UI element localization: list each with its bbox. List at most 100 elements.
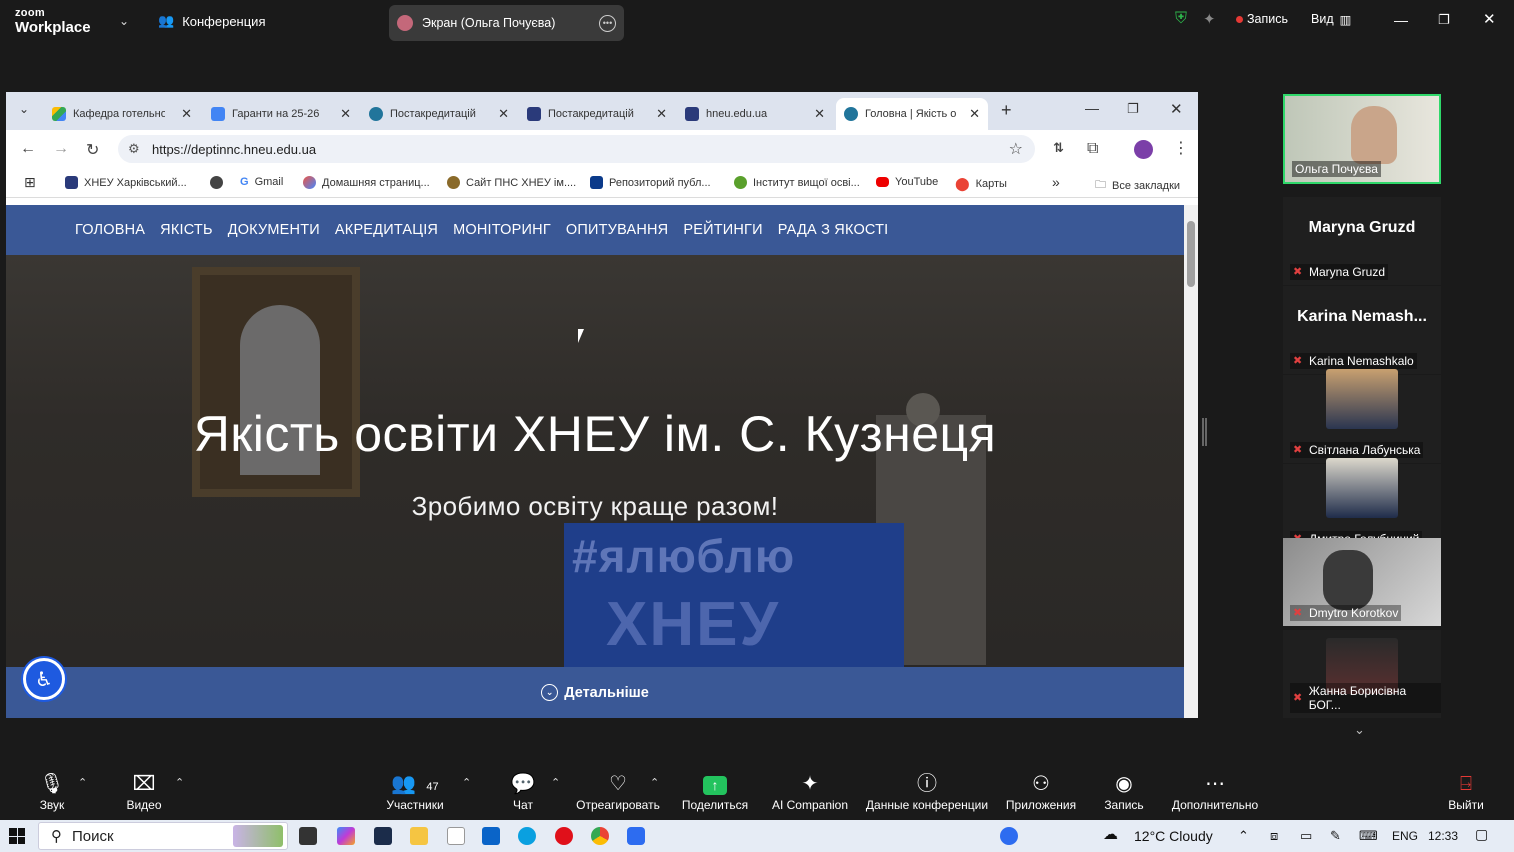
terminal-icon[interactable] [374,827,392,845]
clock[interactable]: 12:33 [1428,829,1458,843]
more-button[interactable]: ⌄ Детальніше [6,667,1184,718]
reload-icon[interactable]: ↻ [86,140,99,160]
pen-icon[interactable]: ✎ [1330,828,1341,844]
weather-text[interactable]: 12°C Cloudy [1134,828,1213,844]
more-icon[interactable]: ••• [599,14,616,32]
menu-dots-icon[interactable]: ⋮ [1173,138,1189,158]
react-button[interactable]: ♡ Отреагировать [574,772,662,812]
leave-button[interactable]: ⍈ Выйти [1446,772,1486,812]
participant-tile[interactable]: Maryna Gruzd ✖ Maryna Gruzd [1283,197,1441,285]
chevron-up-icon[interactable]: ⌃ [78,776,87,789]
bookmark-item[interactable]: Домашняя страниц... [303,176,430,189]
forward-icon[interactable]: → [53,140,69,158]
skype-icon[interactable] [518,827,536,845]
participant-tile[interactable]: ✖ Жанна Борисівна БОГ... [1283,630,1441,718]
explorer-icon[interactable] [410,827,428,845]
task-view-icon[interactable] [299,827,317,845]
sparkle-icon[interactable]: ✦ [1203,10,1216,28]
star-icon[interactable]: ☆ [1009,139,1023,159]
minimize-icon[interactable]: — [1085,100,1099,116]
browser-tab[interactable]: Гаранти на 25-26 ✕ [203,98,359,130]
close-tab-icon[interactable]: ✕ [656,106,667,122]
close-tab-icon[interactable]: ✕ [814,106,825,122]
menu-item-documents[interactable]: ДОКУМЕНТИ [228,222,320,238]
menu-item-quality[interactable]: ЯКІСТЬ [160,222,213,238]
all-bookmarks[interactable]: 🗀 Все закладки [1095,176,1180,195]
apps-button[interactable]: ⚇ Приложения [1002,772,1080,812]
screen-share-pill[interactable]: Экран (Ольга Почуєва) ••• [389,5,624,41]
conference-button[interactable]: 👥 Конференция [158,13,265,29]
chat-button[interactable]: 💬 Чат [505,772,541,812]
language-indicator[interactable]: ENG [1392,829,1418,843]
bookmark-item[interactable]: ХНЕУ Харківський... [65,176,187,189]
record-button[interactable]: ◉ Запись [1101,772,1147,812]
help-icon[interactable] [1000,827,1018,845]
menu-item-home[interactable]: ГОЛОВНА [75,222,145,238]
scroll-down-icon[interactable]: ⌄ [1354,722,1365,738]
tab-search-icon[interactable]: ⌄ [19,102,29,116]
keyboard-icon[interactable]: ⌨ [1359,828,1378,844]
close-icon[interactable]: ✕ [1170,100,1183,118]
url-input[interactable]: ⚙ https://deptinnc.hneu.edu.ua ☆ [118,135,1035,163]
opera-icon[interactable] [555,827,573,845]
new-tab-icon[interactable]: + [1001,100,1012,121]
restore-icon[interactable]: ❐ [1127,101,1139,117]
battery-icon[interactable]: ▭ [1300,828,1312,844]
network-icon[interactable]: ⧈ [1270,828,1278,844]
ai-companion-button[interactable]: ✦ AI Companion [770,772,850,812]
back-icon[interactable]: ← [20,140,36,158]
close-tab-icon[interactable]: ✕ [969,106,980,122]
shield-icon[interactable]: ⛨ [1175,10,1187,28]
bookmarks-overflow[interactable]: » [1052,174,1060,190]
more-button[interactable]: ⋯ Дополнительно [1168,772,1262,812]
menu-item-council[interactable]: РАДА З ЯКОСТІ [778,222,889,238]
participants-button[interactable]: 👥 47 Участники [380,772,450,812]
windows-start-icon[interactable] [9,828,25,844]
menu-item-ratings[interactable]: РЕЙТИНГИ [683,222,762,238]
bookmark-item[interactable]: YouTube [876,176,938,188]
menu-item-surveys[interactable]: ОПИТУВАННЯ [566,222,668,238]
bookmark-item[interactable]: ⬤ Карты [955,176,1007,192]
minimize-icon[interactable]: — [1394,12,1408,28]
bookmark-item[interactable]: G Gmail [240,176,283,188]
browser-tab[interactable]: Постакредитацій ✕ [519,98,675,130]
site-settings-icon[interactable]: ⚙ [128,141,140,157]
copilot-icon[interactable] [337,827,355,845]
view-button[interactable]: Вид ▥ [1311,12,1351,27]
chrome-icon[interactable] [591,827,609,845]
chevron-down-icon[interactable]: ⌄ [119,14,129,28]
chevron-up-icon[interactable]: ⌃ [175,776,184,789]
video-button[interactable]: ⌧ Видео [121,772,167,812]
bookmark-item[interactable]: Сайт ПНС ХНЕУ ім.... [447,176,576,189]
meeting-info-button[interactable]: ⓘ Данные конференции [863,772,991,812]
chevron-up-icon[interactable]: ⌃ [650,776,659,789]
extensions-icon[interactable]: ⧉ [1087,140,1098,158]
outlook-icon[interactable] [482,827,500,845]
resize-handle[interactable] [1202,418,1207,446]
page-scrollbar[interactable] [1184,205,1198,718]
bookmark-item[interactable] [210,176,223,189]
browser-tab[interactable]: Постакредитацій ✕ [361,98,517,130]
browser-tab[interactable]: hneu.edu.ua ✕ [677,98,833,130]
translate-icon[interactable]: ⇅ [1053,140,1064,156]
browser-tab[interactable]: Кафедра готельно ✕ [44,98,200,130]
close-tab-icon[interactable]: ✕ [340,106,351,122]
close-tab-icon[interactable]: ✕ [498,106,509,122]
participant-tile[interactable]: ✖ Світлана Лабунська [1283,369,1441,463]
profile-avatar[interactable] [1134,140,1153,159]
notepad-icon[interactable] [447,827,465,845]
menu-item-accreditation[interactable]: АКРЕДИТАЦІЯ [335,222,438,238]
participant-tile[interactable]: Karina Nemash... ✖ Karina Nemashkalo [1283,286,1441,374]
close-tab-icon[interactable]: ✕ [181,106,192,122]
apps-grid-icon[interactable]: ⊞ [24,174,36,191]
taskbar-search-input[interactable]: ⚲ Поиск [38,822,288,850]
scrollbar-thumb[interactable] [1187,221,1195,287]
accessibility-button[interactable]: ♿ [23,658,65,700]
restore-icon[interactable]: ❐ [1438,12,1450,28]
participant-tile[interactable]: ✖ Dmytro Korotkov [1283,538,1441,626]
bookmark-item[interactable]: Репозиторий публ... [590,176,711,189]
bookmark-item[interactable]: Інститут вищої осві... [734,176,860,189]
menu-item-monitoring[interactable]: МОНІТОРИНГ [453,222,551,238]
record-indicator[interactable]: Запись [1236,12,1288,26]
chevron-up-icon[interactable]: ⌃ [462,776,471,789]
